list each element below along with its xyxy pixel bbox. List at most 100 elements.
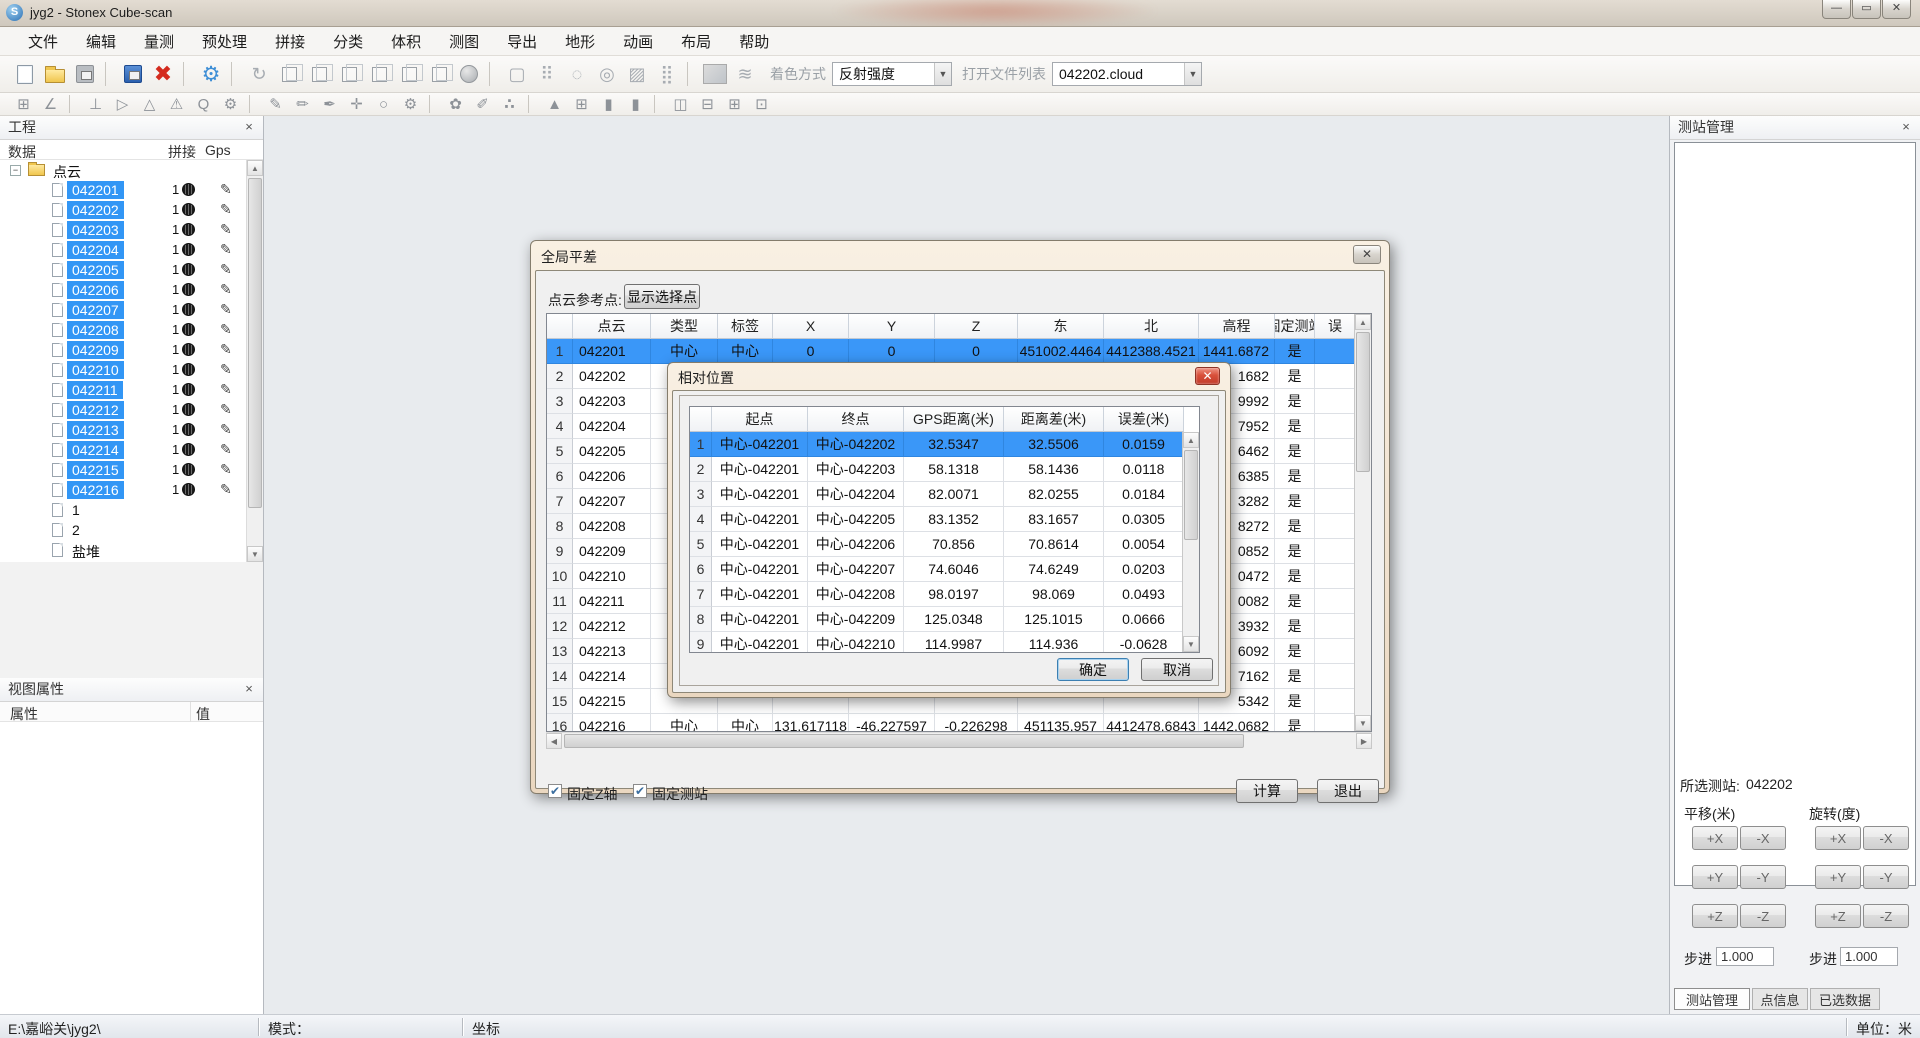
terrain-preview-icon[interactable] [700,60,730,88]
menu-item[interactable]: 布局 [667,27,725,56]
cross-pick-icon[interactable]: ✛ [343,94,370,115]
column-gps[interactable]: Gps [205,142,231,158]
menu-item[interactable]: 帮助 [725,27,783,56]
item-name[interactable]: 1 [67,501,85,519]
title-bar[interactable]: S jyg2 - Stonex Cube-scan — ▭ ✕ [0,0,1920,27]
split-vertical-icon[interactable]: ◫ [667,94,694,115]
gps-edit-icon[interactable]: ✎ [220,441,232,458]
panel-tab[interactable]: 点信息 [1752,988,1808,1010]
scroll-left-icon[interactable]: ◀ [546,733,562,749]
delete-icon[interactable]: ✖ [148,60,178,88]
gps-edit-icon[interactable]: ✎ [220,321,232,338]
tree-item-extra[interactable]: 盐堆 [0,540,246,560]
relative-table[interactable]: 起点终点GPS距离(米)距离差(米)误差(米) 1 中心-042201 中心-0… [689,406,1200,653]
open-file-list-select[interactable]: 042202.cloud ▼ [1052,62,1202,86]
column-value[interactable]: 值 [196,704,210,724]
rotate-button[interactable]: +Y [1815,865,1861,889]
column-header[interactable]: 终点 [808,407,904,432]
translate-button[interactable]: -X [1740,826,1786,850]
translate-step-input[interactable]: 1.000 [1716,947,1774,966]
tree-item-cloud[interactable]: 042209 1 ✎ [0,340,246,360]
gps-edit-icon[interactable]: ✎ [220,281,232,298]
gps-edit-icon[interactable]: ✎ [220,401,232,418]
cloud-name[interactable]: 042205 [67,261,124,279]
separator[interactable] [489,62,498,86]
view-cube-back-icon[interactable] [304,60,334,88]
table-row[interactable]: 5 中心-042201 中心-042206 70.856 70.8614 0.0… [690,532,1199,557]
gps-edit-icon[interactable]: ✎ [220,361,232,378]
tree-item-cloud[interactable]: 042203 1 ✎ [0,220,246,240]
cloud-name[interactable]: 042203 [67,221,124,239]
table-row[interactable]: 16 042216 中心 中心 131.617118 -46.227597 -0… [547,714,1371,732]
separator[interactable] [528,95,537,113]
tree-item-cloud[interactable]: 042207 1 ✎ [0,300,246,320]
relative-table-vscrollbar[interactable]: ▲ ▼ [1182,432,1199,652]
view-cube-top-icon[interactable] [394,60,424,88]
cylinder-icon[interactable]: ▮ [595,94,622,115]
ok-button[interactable]: 确定 [1057,658,1129,681]
table-row[interactable]: 6 中心-042201 中心-042207 74.6046 74.6249 0.… [690,557,1199,582]
globe-icon[interactable] [182,343,195,356]
translate-button[interactable]: +X [1692,826,1738,850]
cloud-name[interactable]: 042208 [67,321,124,339]
gps-edit-icon[interactable]: ✎ [220,341,232,358]
menu-item[interactable]: 预处理 [188,27,261,56]
rotate-view-icon[interactable]: ↻ [244,60,274,88]
panel-tab[interactable]: 测站管理 [1674,988,1750,1010]
view-sphere-icon[interactable] [454,60,484,88]
cylinder2-icon[interactable]: ▮ [622,94,649,115]
close-icon[interactable]: × [241,119,257,135]
gear-small-icon[interactable]: ⚙ [397,94,424,115]
triangle-measure-icon[interactable]: △ [136,94,163,115]
cloud-name[interactable]: 042207 [67,301,124,319]
column-header[interactable]: 点云 [573,314,651,339]
column-header[interactable]: Z [935,314,1018,339]
close-icon[interactable]: × [1898,119,1914,135]
close-icon[interactable]: ✕ [1353,245,1381,264]
translate-button[interactable]: -Y [1740,865,1786,889]
column-data[interactable]: 数据 [8,142,36,162]
separator[interactable] [249,95,258,113]
table-row[interactable]: 1 中心-042201 中心-042202 32.5347 32.5506 0.… [690,432,1199,457]
tree-item-cloud[interactable]: 042205 1 ✎ [0,260,246,280]
view-cube-left-icon[interactable] [334,60,364,88]
separator[interactable] [105,62,114,86]
cloud-name[interactable]: 042201 [67,181,124,199]
column-header[interactable] [547,314,573,339]
table-row[interactable]: 2 中心-042201 中心-042203 58.1318 58.1436 0.… [690,457,1199,482]
fix-z-checkbox[interactable]: ✔ [548,784,562,798]
globe-icon[interactable] [182,423,195,436]
warning-triangle-icon[interactable]: ⚠ [163,94,190,115]
minimize-button[interactable]: — [1822,0,1851,19]
marker-pen-icon[interactable]: ✐ [469,94,496,115]
select-circle-icon[interactable]: ◎ [592,60,622,88]
globe-icon[interactable] [182,403,195,416]
table-row[interactable]: 8 中心-042201 中心-042209 125.0348 125.1015 … [690,607,1199,632]
globe-icon[interactable] [182,223,195,236]
close-button[interactable]: ✕ [1882,0,1911,19]
grid-snap-icon[interactable]: ⊞ [10,94,37,115]
globe-icon[interactable] [182,363,195,376]
show-selected-points-button[interactable]: 显示选择点 [624,284,700,309]
column-divider[interactable] [190,702,191,722]
column-header[interactable] [690,407,712,432]
tree-item-cloud[interactable]: 042210 1 ✎ [0,360,246,380]
separator[interactable] [687,62,696,86]
gps-edit-icon[interactable]: ✎ [220,241,232,258]
globe-icon[interactable] [182,303,195,316]
save-all-icon[interactable] [118,60,148,88]
rotate-button[interactable]: +Z [1815,904,1861,928]
scrollbar-thumb[interactable] [564,734,1244,748]
cascade-windows-icon[interactable]: ⊞ [721,94,748,115]
select-lasso-icon[interactable]: ◌ [562,60,592,88]
table-row[interactable]: 7 中心-042201 中心-042208 98.0197 98.069 0.0… [690,582,1199,607]
scroll-up-icon[interactable]: ▲ [247,160,263,176]
cloud-name[interactable]: 042210 [67,361,124,379]
view-cube-iso-icon[interactable] [424,60,454,88]
gps-edit-icon[interactable]: ✎ [220,481,232,498]
menu-item[interactable]: 测图 [435,27,493,56]
station-listbox[interactable] [1674,142,1916,886]
magnifier-icon[interactable]: Q [190,94,217,115]
cube-copy-icon[interactable]: ⊞ [568,94,595,115]
network-points-icon[interactable]: ∴ [496,94,523,115]
